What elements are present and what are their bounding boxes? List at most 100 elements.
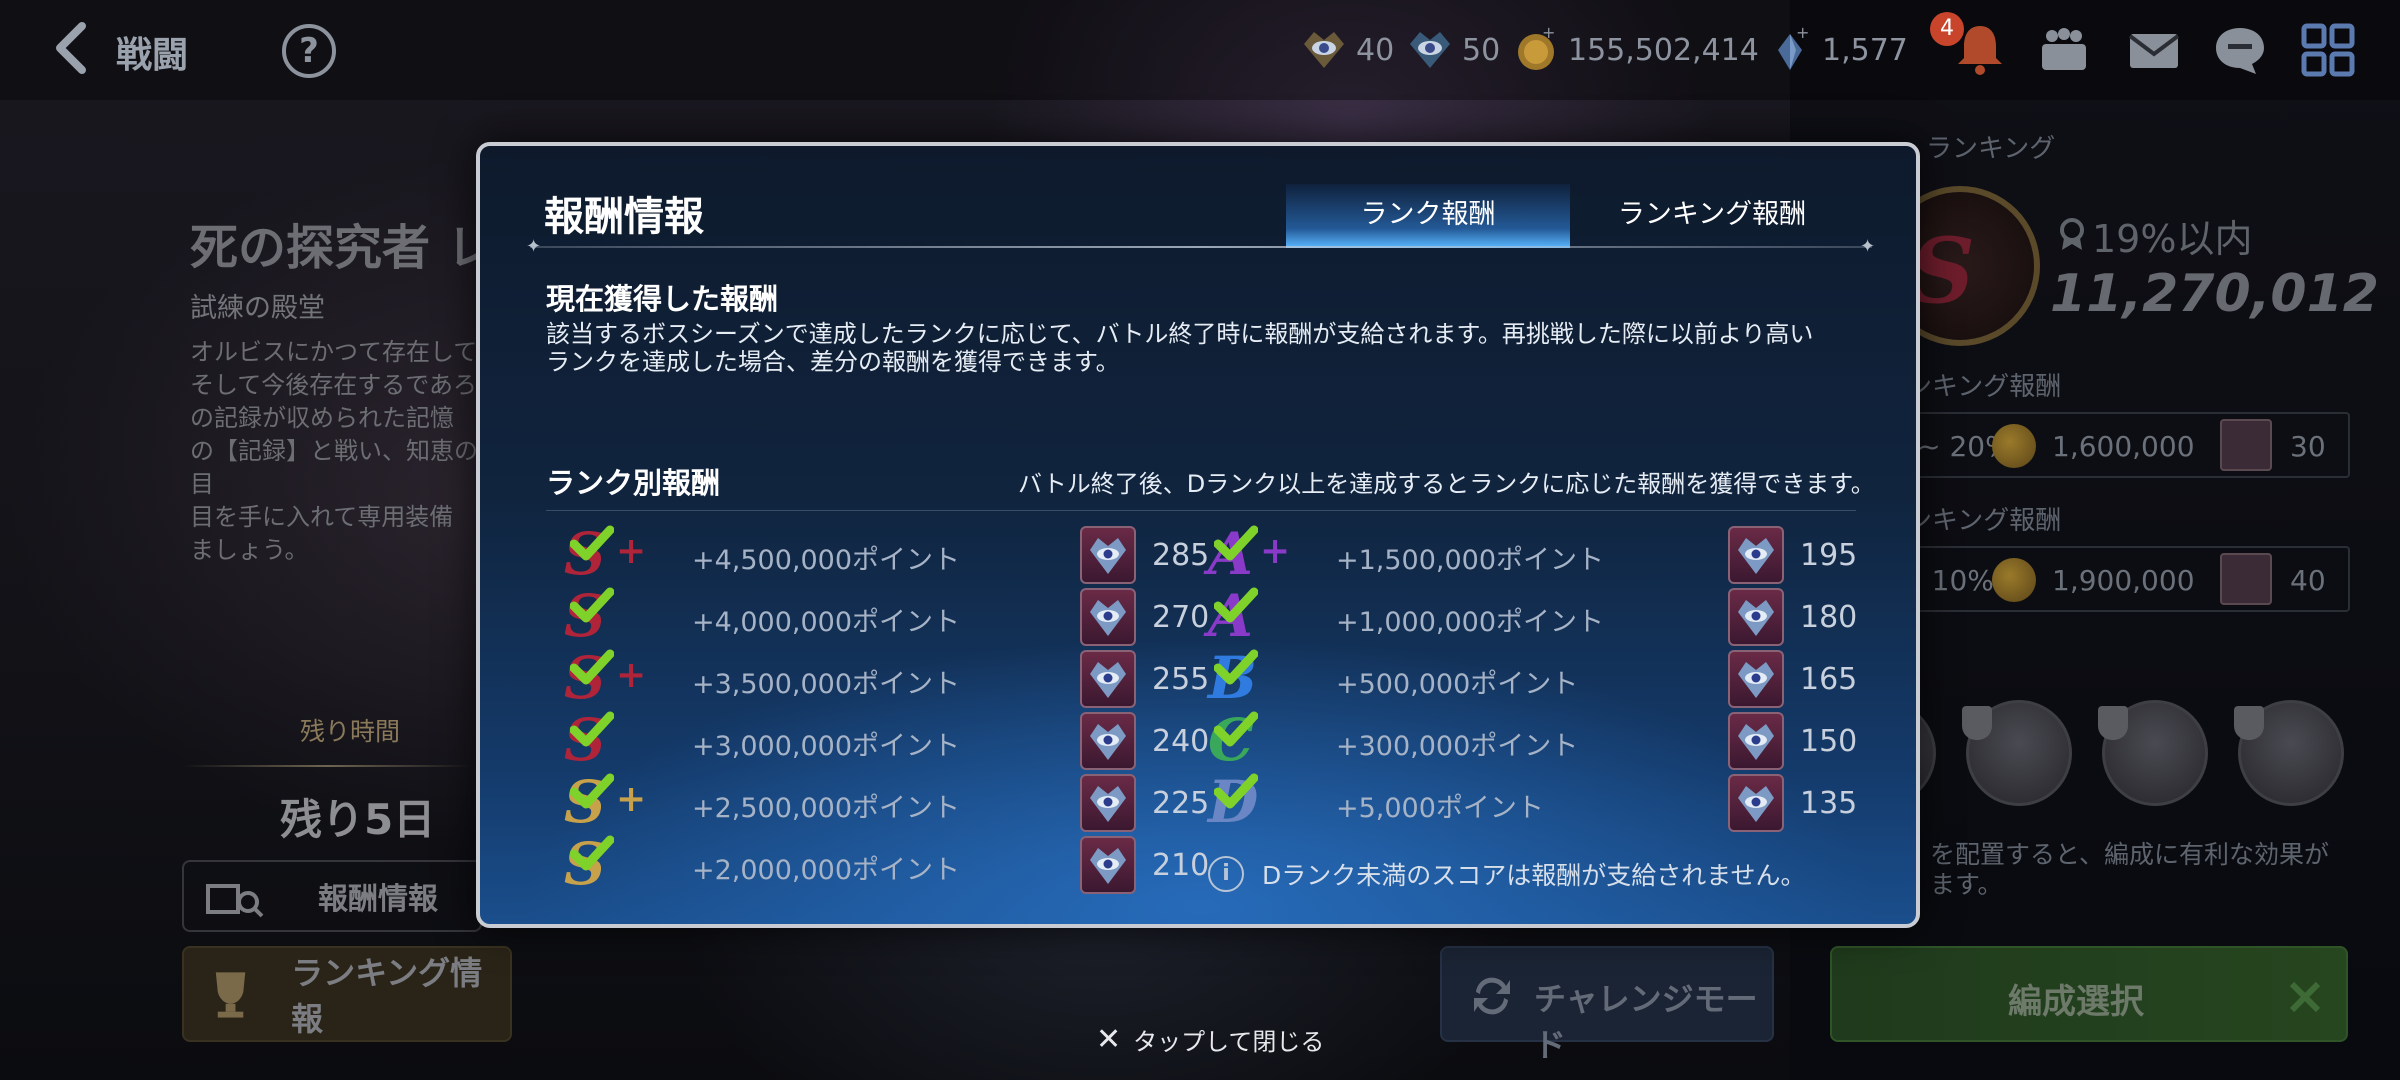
checkmark-icon xyxy=(570,587,614,623)
rank-percent: 19%以内 xyxy=(2092,217,2253,261)
blue-crystal-icon: + xyxy=(1778,26,1809,70)
medal-reward-icon xyxy=(1080,836,1136,894)
medal-rank-icon xyxy=(2060,218,2084,250)
medal-reward-icon xyxy=(1080,650,1136,708)
rank-reward-row: S +2,000,000ポイント 210 xyxy=(558,832,1209,896)
challenge-mode-button[interactable]: チャレンジモード xyxy=(1440,946,1774,1064)
resource-eye-emblem-blue[interactable]: 50 xyxy=(1406,22,1500,78)
medal-reward-icon xyxy=(1728,650,1784,708)
reward-points: +4,000,000ポイント xyxy=(692,607,961,638)
crossed-swords-icon xyxy=(2289,981,2321,1013)
rank-emblem: A + xyxy=(1208,520,1291,588)
medal-quantity: 240 xyxy=(1152,724,1210,759)
medal-reward-icon xyxy=(1728,774,1784,832)
info-icon: i xyxy=(1208,856,1244,892)
medal-quantity: 255 xyxy=(1152,662,1210,697)
reward-points: +4,500,000ポイント xyxy=(692,545,961,576)
info-note-text: Dランク未満のスコアは報酬が支給されません。 xyxy=(1262,861,1806,890)
reward-points: +2,500,000ポイント xyxy=(692,793,961,824)
shield-icon xyxy=(1962,706,1992,740)
medal-reward-icon xyxy=(1080,588,1136,646)
chat-icon[interactable] xyxy=(2212,22,2268,78)
help-icon[interactable]: ? xyxy=(282,24,336,78)
resource-gold[interactable]: + 155,502,414 xyxy=(1512,22,1759,78)
tab-rank-reward[interactable]: ランク報酬 xyxy=(1286,184,1570,248)
boss-description: オルビスにかつて存在して そして今後存在するであろ の記録が収められた記憶 の【… xyxy=(190,338,478,564)
svg-text:+: + xyxy=(1796,26,1809,42)
rank-emblem: A xyxy=(1202,584,1310,648)
medal-reward-icon xyxy=(1728,712,1784,770)
checkmark-icon xyxy=(1214,711,1258,747)
checkmark-icon xyxy=(570,711,614,747)
formation-select-button[interactable]: 編成選択 xyxy=(1830,946,2348,1042)
checkmark-icon xyxy=(1214,587,1258,623)
medal-quantity: 135 xyxy=(1800,786,1858,821)
gold-coin-icon xyxy=(1992,558,2036,602)
rank-emblem: D xyxy=(1208,768,1259,836)
reward-search-icon xyxy=(206,884,264,918)
checkmark-icon xyxy=(1214,773,1258,809)
checkmark-icon xyxy=(1214,525,1258,561)
rank-emblem: B xyxy=(1208,644,1258,712)
trophy-icon xyxy=(215,972,246,1018)
rank-reward-row: B +500,000ポイント 165 xyxy=(1202,644,1857,712)
reward-info-button[interactable]: 報酬情報 xyxy=(182,860,482,932)
divider-ornament-icon: ✦ xyxy=(1860,236,1876,257)
rank-reward-row: A +1,000,000ポイント 180 xyxy=(1202,584,1857,648)
rank-reward-row: C +300,000ポイント 150 xyxy=(1202,708,1857,772)
medal-quantity: 165 xyxy=(1800,662,1858,697)
rank-reward-row: D +5,000ポイント 135 xyxy=(1202,768,1857,836)
resource-value: 50 xyxy=(1462,32,1501,68)
rank-table-heading: ランク別報酬 xyxy=(546,466,721,500)
reward-points: +1,500,000ポイント xyxy=(1336,545,1605,576)
guild-icon[interactable] xyxy=(2036,22,2092,78)
rank-reward-row: S +3,000,000ポイント 240 xyxy=(558,708,1209,772)
rank-emblem: S xyxy=(558,708,666,772)
medal-amount: 40 xyxy=(2290,564,2326,597)
boss-title: 死の探究者 レ xyxy=(190,220,495,276)
back-arrow-icon xyxy=(56,22,86,74)
boss-subtitle: 試練の殿堂 xyxy=(190,293,325,324)
shield-icon xyxy=(2234,706,2264,740)
checkmark-icon xyxy=(1214,649,1258,685)
tap-to-close[interactable]: ✕ タップして閉じる xyxy=(1096,1022,1324,1057)
checkmark-icon xyxy=(570,835,614,871)
medal-reward-icon xyxy=(1080,712,1136,770)
rank-reward-row: A + +1,500,000ポイント 195 xyxy=(1202,520,1857,588)
eye-emblem-icon xyxy=(1304,32,1344,68)
resource-crystal[interactable]: + 1,577 xyxy=(1766,22,1908,78)
medal-quantity: 225 xyxy=(1152,786,1210,821)
medal-reward-icon xyxy=(1728,588,1784,646)
reward-points: +300,000ポイント xyxy=(1336,731,1579,762)
rank-emblem: S + xyxy=(564,768,647,836)
gold-amount: 1,600,000 xyxy=(2052,430,2195,463)
ranking-info-button[interactable]: ランキング情報 xyxy=(182,946,512,1042)
medal-reward-icon xyxy=(1728,526,1784,584)
reward-points: +2,000,000ポイント xyxy=(692,855,961,886)
rank-emblem: S xyxy=(558,584,666,648)
shield-icon xyxy=(2098,706,2128,740)
tab-ranking-reward[interactable]: ランキング報酬 xyxy=(1570,184,1854,248)
medal-quantity: 150 xyxy=(1800,724,1858,759)
remaining-time-label: 残り時間 xyxy=(300,717,401,746)
section-description: 該当するボスシーズンで達成したランクに応じて、バトル終了時に報酬が支給されます。… xyxy=(546,320,1814,376)
medal-reward-icon xyxy=(1080,526,1136,584)
reward-info-label: 報酬情報 xyxy=(318,882,438,917)
back-button[interactable] xyxy=(44,18,104,78)
mail-icon[interactable] xyxy=(2126,22,2182,78)
resource-eye-emblem[interactable]: 40 xyxy=(1300,22,1394,78)
rank-reward-row: S + +3,500,000ポイント 255 xyxy=(558,644,1209,712)
menu-grid-icon[interactable] xyxy=(2300,22,2356,78)
notification-badge: 4 xyxy=(1930,12,1964,46)
challenge-mode-label: チャレンジモード xyxy=(1534,980,1758,1064)
medal-quantity: 195 xyxy=(1800,538,1858,573)
medal-quantity: 180 xyxy=(1800,600,1858,635)
close-icon: ✕ xyxy=(1096,1022,1122,1057)
resource-value: 155,502,414 xyxy=(1568,32,1759,68)
close-hint-text: タップして閉じる xyxy=(1133,1028,1325,1056)
rank-emblem: S + xyxy=(564,644,647,712)
table-divider xyxy=(546,510,1856,511)
screen-title: 戦闘 xyxy=(116,35,189,76)
remaining-time-value: 残り5日 xyxy=(280,795,436,844)
gold-amount: 1,900,000 xyxy=(2052,564,2195,597)
